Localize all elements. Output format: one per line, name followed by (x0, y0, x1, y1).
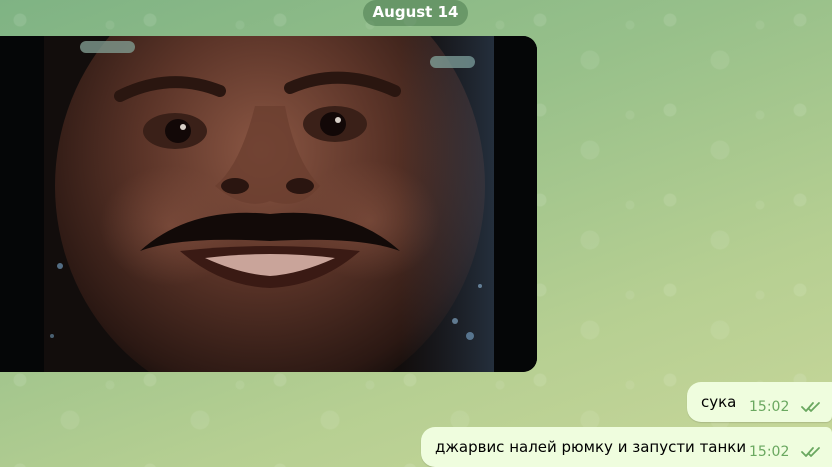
message-text: джарвис налей рюмку и запусти танки (435, 438, 747, 456)
message-time: 15:02 (749, 399, 790, 415)
outgoing-message[interactable]: сука 15:02 (687, 382, 832, 422)
photo-message-image[interactable] (0, 36, 537, 372)
message-text: сука (701, 393, 737, 411)
outgoing-message[interactable]: джарвис налей рюмку и запусти танки 15:0… (421, 427, 832, 467)
message-time: 15:02 (749, 444, 790, 460)
date-separator: August 14 (363, 0, 468, 26)
photo-message[interactable] (0, 36, 537, 372)
double-check-icon (801, 447, 820, 457)
double-check-icon (801, 402, 820, 412)
